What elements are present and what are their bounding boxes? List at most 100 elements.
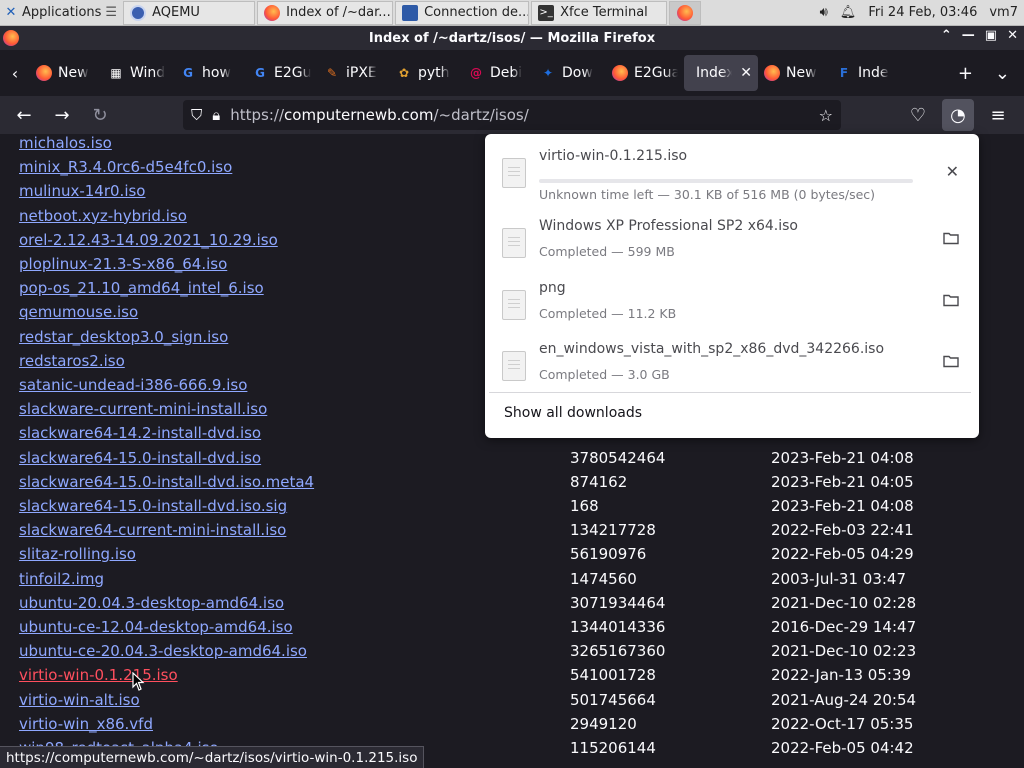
bookmark-star-icon[interactable]: ☆ — [819, 106, 833, 125]
file-link[interactable]: qemumouse.iso — [19, 303, 138, 321]
file-link[interactable]: redstaros2.iso — [19, 352, 125, 370]
url-bar[interactable]: ⛉ 🔒︎ https://computernewb.com/~dartz/iso… — [183, 100, 841, 130]
file-date: 2021-Dec-10 02:28 — [771, 593, 917, 612]
tab-label: New — [58, 65, 89, 81]
file-link[interactable]: minix_R3.4.0rc6-d5e4fc0.iso — [19, 158, 232, 176]
file-link[interactable]: ploplinux-21.3-S-x86_64.iso — [19, 255, 227, 273]
applications-label: Applications — [22, 5, 102, 20]
file-link[interactable]: slitaz-rolling.iso — [19, 545, 136, 563]
maximize-up-icon[interactable]: ⌃ — [941, 28, 952, 43]
user-name[interactable]: vm7 — [989, 5, 1018, 20]
file-link[interactable]: slackware64-14.2-install-dvd.iso — [19, 424, 261, 442]
tab-4[interactable]: ✎ iPXE — [318, 55, 390, 91]
hamburger-menu-icon[interactable]: ≡ — [982, 99, 1014, 131]
file-link[interactable]: ubuntu-20.04.3-desktop-amd64.iso — [19, 594, 284, 612]
file-link[interactable]: pop-os_21.10_amd64_intel_6.iso — [19, 279, 264, 297]
file-link[interactable]: slackware64-15.0-install-dvd.iso.meta4 — [19, 473, 314, 491]
download-item[interactable]: en_windows_vista_with_sp2_x86_dvd_342266… — [485, 335, 979, 397]
back-button[interactable]: ← — [8, 99, 40, 131]
folder-icon[interactable] — [943, 230, 959, 249]
tab-6[interactable]: @ Debi — [462, 55, 534, 91]
file-link[interactable]: netboot.xyz-hybrid.iso — [19, 207, 187, 225]
file-link[interactable]: michalos.iso — [19, 134, 112, 152]
shield-icon[interactable]: ⛉ — [191, 106, 202, 124]
file-link[interactable]: virtio-win-alt.iso — [19, 691, 140, 709]
notification-bell-icon[interactable]: 🔔︎ — [840, 5, 857, 20]
taskbar-item-aqemu[interactable]: AQEMU — [123, 0, 256, 25]
show-all-downloads-button[interactable]: Show all downloads — [504, 405, 642, 421]
file-link[interactable]: slackware64-current-mini-install.iso — [19, 521, 286, 539]
tab-0[interactable]: New — [30, 55, 102, 91]
file-date: 2023-Feb-21 04:08 — [771, 448, 914, 467]
file-link[interactable]: slackware64-15.0-install-dvd.iso — [19, 449, 261, 467]
file-link[interactable]: virtio-win_x86.vfd — [19, 715, 153, 733]
file-link[interactable]: ubuntu-ce-12.04-desktop-amd64.iso — [19, 618, 293, 636]
download-item[interactable]: virtio-win-0.1.215.iso Unknown time left … — [485, 142, 979, 204]
tab-7[interactable]: ✦ Dow — [534, 55, 606, 91]
tab-scroll-left-icon[interactable]: ‹ — [0, 64, 30, 83]
url-text[interactable]: https://computernewb.com/~dartz/isos/ — [230, 106, 529, 124]
download-item[interactable]: Windows XP Professional SP2 x64.iso Compl… — [485, 212, 979, 274]
file-link[interactable]: mulinux-14r0.iso — [19, 182, 145, 200]
link-status-bar: https://computernewb.com/~dartz/isos/vir… — [0, 746, 425, 768]
clock[interactable]: Fri 24 Feb, 03:46 — [868, 5, 977, 20]
forward-button[interactable]: → — [46, 99, 78, 131]
url-scheme: https:// — [230, 106, 285, 124]
applications-menu[interactable]: ✕ Applications ☰ — [0, 0, 121, 26]
folder-icon[interactable] — [943, 353, 959, 372]
table-row: ubuntu-ce-20.04.3-desktop-amd64.iso 32651… — [0, 639, 1024, 663]
tab-2[interactable]: Ghow — [174, 55, 246, 91]
tab-10[interactable]: New — [758, 55, 830, 91]
downloads-button[interactable]: ◔ — [942, 99, 974, 131]
close-window-icon[interactable]: ✕ — [1007, 28, 1018, 43]
tab-3[interactable]: G E2Gu — [246, 55, 318, 91]
taskbar-item-connection[interactable]: Connection de... — [395, 0, 530, 25]
file-link[interactable]: slackware-current-mini-install.iso — [19, 400, 267, 418]
download-filename: png — [539, 280, 566, 296]
file-link[interactable]: redstar_desktop3.0_sign.iso — [19, 328, 228, 346]
download-filename: virtio-win-0.1.215.iso — [539, 148, 688, 164]
tab-9[interactable]: Index ✕ — [684, 55, 758, 91]
taskbar-item-terminal[interactable]: >_ Xfce Terminal — [531, 0, 668, 25]
pocket-icon[interactable]: ♡ — [902, 99, 934, 131]
tab-favicon-icon: ✦ — [542, 66, 554, 80]
minimize-icon[interactable]: — — [962, 28, 975, 43]
file-date: 2022-Feb-05 04:42 — [771, 739, 914, 757]
volume-icon[interactable]: 🔊︎ — [820, 5, 828, 20]
taskbar-item-firefox[interactable]: Index of /~dar... — [257, 0, 394, 25]
download-progress-bar — [539, 179, 913, 183]
window-title: Index of /~dartz/isos/ — Mozilla Firefox — [368, 30, 656, 46]
reload-button[interactable]: ↻ — [84, 99, 116, 131]
tab-5[interactable]: ✿ pyth — [390, 55, 462, 91]
file-size: 874162 — [570, 472, 628, 491]
file-size: 115206144 — [570, 739, 656, 757]
restore-icon[interactable]: ▣ — [985, 28, 997, 43]
file-date: 2003-Jul-31 03:47 — [771, 569, 907, 588]
file-link[interactable]: orel-2.12.43-14.09.2021_10.29.iso — [19, 231, 278, 249]
lock-icon[interactable]: 🔒︎ — [212, 106, 220, 124]
list-all-tabs-icon[interactable]: ⌄ — [995, 63, 1010, 84]
file-link[interactable]: satanic-undead-i386-666.9.iso — [19, 376, 247, 394]
file-link[interactable]: virtio-win-0.1.215.iso — [19, 666, 178, 684]
xfce-logo-icon: ✕ — [5, 5, 17, 20]
tab-11[interactable]: F Inde — [830, 55, 902, 91]
file-icon — [502, 158, 526, 188]
taskbar-label: Index of /~dar... — [286, 5, 391, 20]
taskbar-item-firefox-2[interactable] — [669, 0, 702, 25]
file-link[interactable]: slackware64-15.0-install-dvd.iso.sig — [19, 497, 287, 515]
file-link[interactable]: ubuntu-ce-20.04.3-desktop-amd64.iso — [19, 642, 307, 660]
cancel-icon[interactable]: ✕ — [946, 162, 959, 181]
file-link[interactable]: tinfoil2.img — [19, 570, 104, 588]
table-row: ubuntu-ce-12.04-desktop-amd64.iso 1344014… — [0, 615, 1024, 639]
file-icon — [502, 290, 526, 320]
folder-icon[interactable] — [943, 292, 959, 311]
download-item[interactable]: png Completed — 11.2 KB — [485, 274, 979, 336]
file-date: 2021-Aug-24 20:54 — [771, 690, 917, 709]
file-size: 541001728 — [570, 666, 656, 685]
file-date: 2023-Feb-21 04:08 — [771, 497, 914, 515]
tab-favicon-icon — [612, 65, 628, 81]
new-tab-icon[interactable]: + — [958, 63, 973, 84]
close-tab-icon[interactable]: ✕ — [740, 65, 752, 81]
tab-8[interactable]: E2Guar — [606, 55, 684, 91]
tab-1[interactable]: ▦ Wind — [102, 55, 174, 91]
